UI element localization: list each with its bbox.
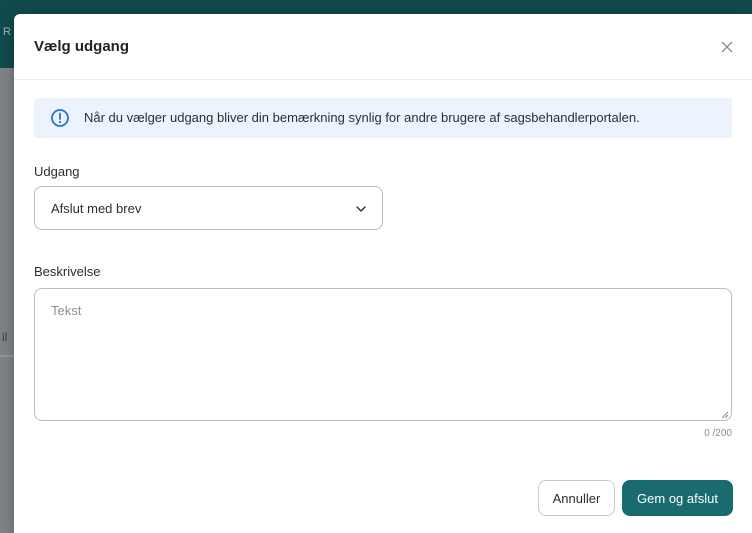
- info-banner: Når du vælger udgang bliver din bemærkni…: [34, 98, 732, 138]
- info-message: Når du vælger udgang bliver din bemærkni…: [84, 110, 640, 125]
- save-and-close-button[interactable]: Gem og afslut: [622, 480, 733, 516]
- dialog-header: Vælg udgang: [14, 14, 752, 80]
- chevron-down-icon: [356, 206, 366, 212]
- cancel-button[interactable]: Annuller: [538, 480, 615, 516]
- description-label: Beskrivelse: [34, 264, 101, 279]
- outcome-selected-value: Afslut med brev: [51, 201, 142, 216]
- info-circle-icon: [51, 109, 69, 127]
- character-counter: 0 /200: [704, 428, 732, 439]
- background-text-fragment: R: [3, 26, 11, 38]
- outcome-select[interactable]: Afslut med brev: [34, 186, 383, 230]
- outcome-label: Udgang: [34, 164, 80, 179]
- choose-outcome-dialog: Vælg udgang Når du vælger udgang bliver …: [14, 14, 752, 533]
- description-textarea[interactable]: [34, 288, 732, 421]
- resize-grip-icon[interactable]: [721, 411, 729, 419]
- close-button[interactable]: [716, 36, 738, 58]
- background-divider: [0, 355, 14, 357]
- close-icon: [721, 41, 733, 53]
- background-text-fragment: il: [2, 330, 8, 344]
- dialog-title: Vælg udgang: [34, 38, 129, 55]
